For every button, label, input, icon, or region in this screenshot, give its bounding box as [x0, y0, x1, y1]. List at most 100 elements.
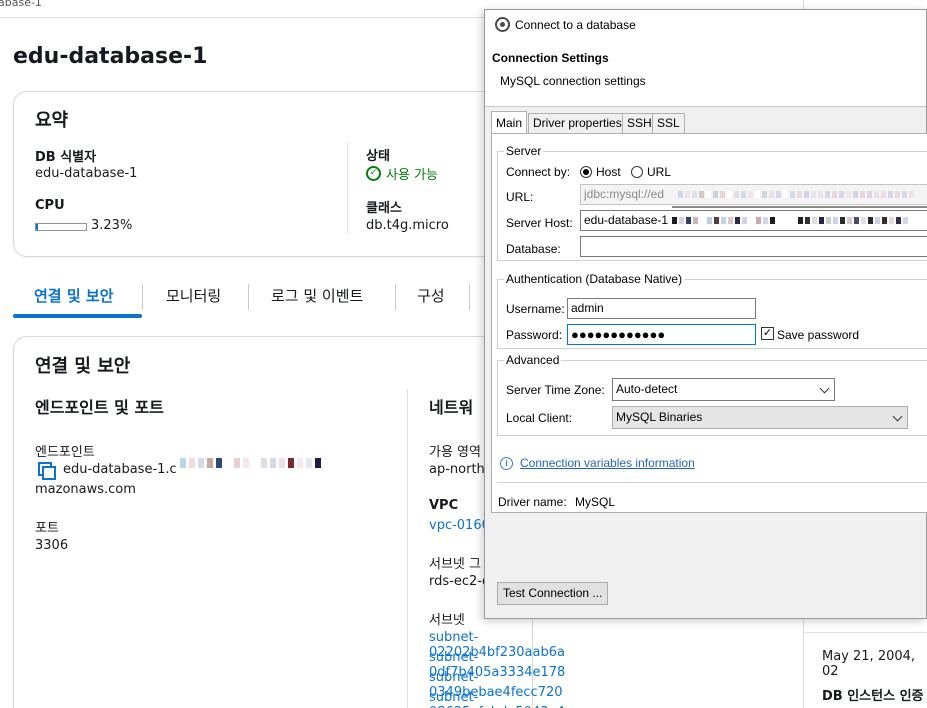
tab-ssl[interactable]: SSL [652, 113, 685, 133]
db-identifier-value: edu-database-1 [35, 166, 138, 181]
tab-separator [248, 284, 249, 310]
active-tab-indicator [13, 314, 142, 318]
port-label: 포트 [35, 521, 59, 536]
vpc-label: VPC [429, 498, 459, 513]
connection-variables-link[interactable]: Connection variables information [520, 456, 695, 470]
cpu-label: CPU [35, 198, 65, 213]
network-heading: 네트워 [429, 398, 474, 417]
redacted-url [678, 191, 914, 198]
host-radio[interactable] [580, 166, 592, 178]
database-input[interactable] [580, 236, 927, 257]
username-value: admin [571, 301, 604, 315]
cpu-progress-fill [36, 224, 38, 230]
tab-driver-properties[interactable]: Driver properties [528, 113, 627, 133]
db-identifier-label: DB 식별자 [35, 150, 97, 165]
tab-configuration[interactable]: 구성 [417, 278, 445, 318]
server-host-value: edu-database-1 [584, 213, 669, 227]
host-radio-label[interactable]: Host [596, 165, 621, 179]
dbeaver-logo-icon [495, 17, 510, 32]
subnet-group-label: 서브넷 그 [429, 557, 481, 572]
local-client-label: Local Client: [506, 411, 573, 425]
breadcrumb[interactable]: abase-1 [0, 0, 42, 9]
class-value: db.t4g.micro [366, 218, 449, 233]
connect-by-label: Connect by: [506, 165, 571, 179]
page-title: edu-database-1 [13, 44, 208, 69]
dialog-titlebar[interactable]: Connect to a database [485, 10, 926, 40]
url-label: URL: [506, 190, 534, 204]
server-group-title: Server [504, 144, 544, 158]
status-indicator: ✓ 사용 가능 [366, 164, 438, 183]
main-tab-pane: Server Connect by: Host URL URL: jdbc:my… [491, 133, 927, 513]
tab-logs-events[interactable]: 로그 및 이벤트 [271, 278, 363, 318]
status-label: 상태 [366, 149, 390, 164]
password-label: Password: [506, 328, 563, 342]
url-field-underline [672, 206, 927, 208]
server-timezone-label: Server Time Zone: [506, 383, 605, 397]
save-password-checkbox[interactable]: ✓ [761, 327, 774, 340]
detail-tabs: 연결 및 보안 모니터링 로그 및 이벤트 구성 [13, 278, 483, 320]
tab-monitoring[interactable]: 모니터링 [166, 278, 221, 318]
class-label: 클래스 [366, 201, 402, 216]
local-client-select[interactable]: MySQL Binaries [612, 406, 908, 429]
tab-separator [142, 284, 143, 310]
subnet-link[interactable]: subnet-08625afebde5043a4 [429, 690, 565, 708]
tab-main[interactable]: Main [491, 111, 528, 134]
summary-divider [347, 142, 348, 234]
status-value: 사용 가능 [386, 168, 438, 183]
driver-name-value: MySQL [575, 495, 616, 509]
redacted-endpoint [180, 458, 321, 468]
connectivity-title: 연결 및 보안 [35, 356, 131, 377]
vpc-link[interactable]: vpc-0160 [429, 518, 490, 533]
dialog-header: Connection Settings MySQL connection set… [485, 40, 926, 107]
advanced-group-title: Advanced [504, 353, 562, 367]
cert-label: DB 인스턴스 인증 [822, 689, 924, 704]
save-password-label[interactable]: Save password [777, 328, 859, 342]
check-circle-icon: ✓ [366, 166, 381, 181]
password-value: ●●●●●●●●●●●● [571, 327, 666, 342]
column-divider [407, 389, 408, 708]
summary-card: 요약 DB 식별자 edu-database-1 CPU 3.23% 상태 ✓ … [13, 91, 533, 257]
connection-settings-subtitle: MySQL connection settings [500, 74, 646, 88]
dialog-title: Connect to a database [515, 18, 636, 32]
database-label: Database: [506, 242, 561, 256]
subnets-label: 서브넷 [429, 613, 465, 628]
connectivity-card: 연결 및 보안 엔드포인트 및 포트 엔드포인트 edu-database-1.… [13, 336, 565, 708]
username-label: Username: [506, 302, 565, 316]
endpoint-label: 엔드포인트 [35, 445, 95, 460]
info-icon: i [500, 457, 513, 470]
test-connection-button[interactable]: Test Connection ... [497, 582, 609, 605]
summary-title: 요약 [35, 110, 69, 131]
az-label: 가용 영역 [429, 445, 481, 460]
cpu-progress-bar [35, 223, 87, 231]
username-input[interactable]: admin [567, 298, 756, 319]
local-client-value: MySQL Binaries [616, 410, 703, 424]
endpoint-value: edu-database-1.c [63, 462, 177, 477]
driver-separator [497, 482, 927, 483]
port-value: 3306 [35, 538, 69, 553]
panel-divider [804, 632, 927, 633]
connect-database-dialog: Connect to a database Connection Setting… [484, 9, 927, 619]
redacted-host [672, 217, 908, 224]
url-radio[interactable] [631, 166, 643, 178]
copy-icon[interactable] [38, 462, 56, 480]
cpu-value: 3.23% [91, 218, 133, 233]
cert-expiry-date: May 21, 2004, 02 [822, 649, 916, 679]
server-timezone-value: Auto-detect [616, 382, 678, 396]
server-timezone-select[interactable]: Auto-detect [612, 378, 835, 401]
url-radio-label[interactable]: URL [647, 165, 671, 179]
endpoint-value-cont: mazonaws.com [35, 482, 136, 497]
tab-connectivity[interactable]: 연결 및 보안 [34, 278, 113, 318]
endpoint-port-heading: 엔드포인트 및 포트 [35, 398, 164, 417]
connection-settings-title: Connection Settings [492, 51, 609, 65]
subnet-group-value: rds-ec2-d [429, 574, 491, 589]
url-value: jdbc:mysql://ed [584, 187, 665, 201]
tab-separator [469, 284, 470, 310]
driver-name-label: Driver name: [498, 495, 567, 509]
server-host-label: Server Host: [506, 216, 573, 230]
tab-separator [395, 284, 396, 310]
az-value: ap-north [429, 462, 485, 477]
password-input[interactable]: ●●●●●●●●●●●● [567, 324, 756, 345]
chevron-down-icon [892, 411, 903, 422]
chevron-down-icon [819, 383, 830, 394]
authentication-group-title: Authentication (Database Native) [504, 272, 685, 286]
